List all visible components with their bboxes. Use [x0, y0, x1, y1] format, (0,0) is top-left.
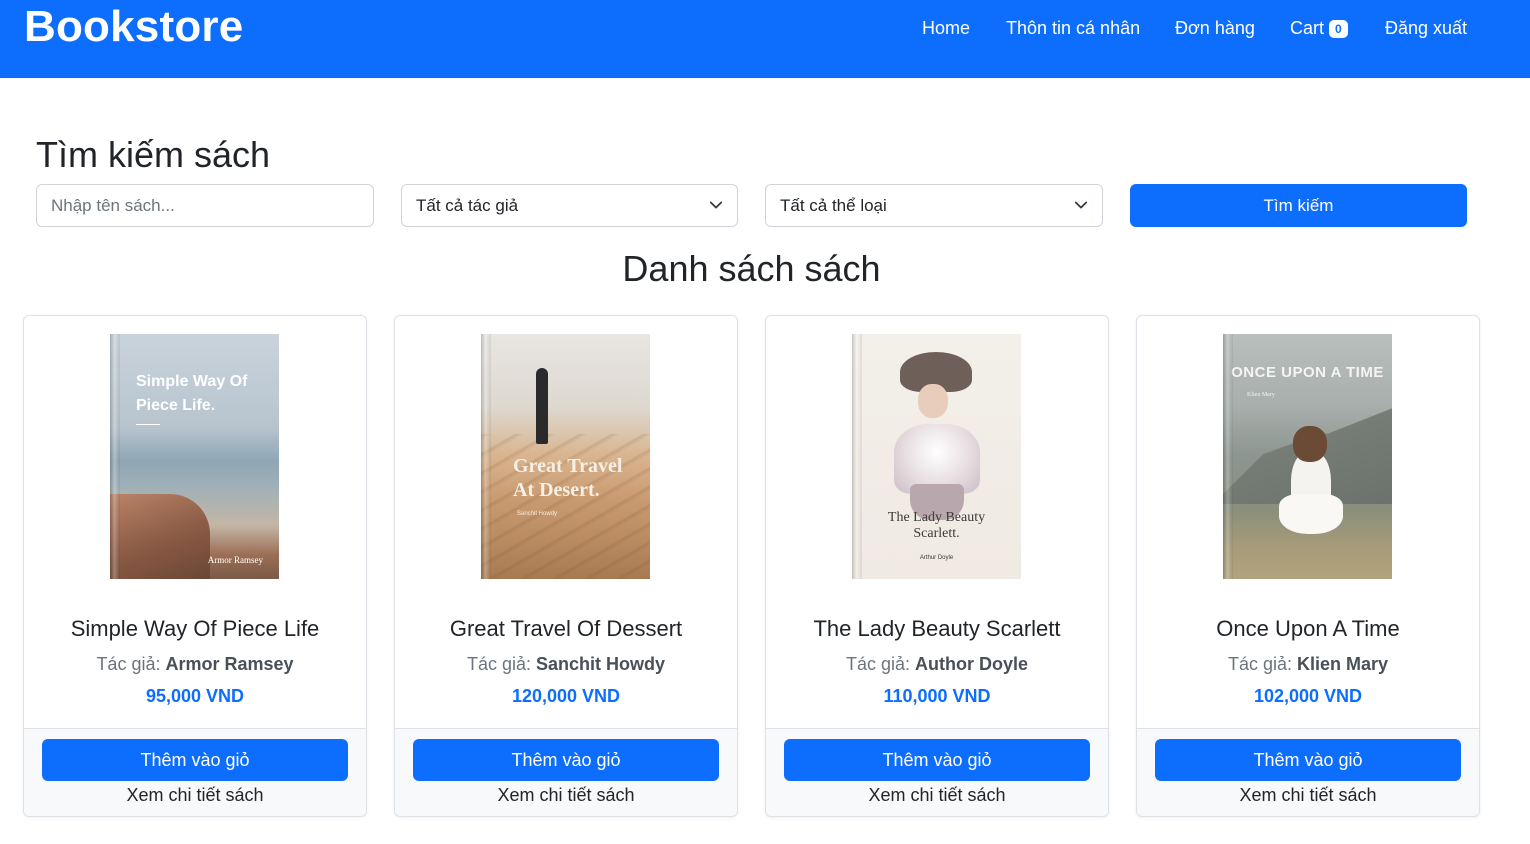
book-author: Tác giả: Klien Mary	[1137, 654, 1479, 675]
nav-home[interactable]: Home	[922, 18, 970, 39]
book-price: 120,000 VND	[511, 686, 621, 706]
cover-author: Sanchit Howdy	[517, 511, 558, 517]
cover-title-line: Scarlett.	[913, 526, 960, 541]
nav-orders[interactable]: Đơn hàng	[1175, 18, 1255, 39]
cover-title-line: Simple Way Of	[136, 373, 248, 390]
author-name: Armor Ramsey	[165, 654, 294, 674]
author-prefix: Tác giả:	[1227, 654, 1292, 674]
book-title: Once Upon A Time	[1216, 616, 1400, 641]
author-prefix: Tác giả:	[845, 654, 910, 674]
book-author: Tác giả: Sanchit Howdy	[395, 654, 737, 675]
chevron-down-icon	[709, 201, 723, 209]
category-select-value: Tất cả thể loại	[780, 196, 887, 215]
view-details-link[interactable]: Xem chi tiết sách	[395, 785, 737, 806]
book-cover-image[interactable]: Simple Way Of Piece Life. Armor Ramsey	[110, 334, 279, 579]
card-footer: Thêm vào giỏ Xem chi tiết sách	[766, 728, 1108, 816]
book-card: Great Travel At Desert. Sanchit Howdy Gr…	[394, 315, 738, 817]
author-name: Sanchit Howdy	[536, 654, 666, 674]
nav-logout[interactable]: Đăng xuất	[1385, 18, 1467, 39]
author-prefix: Tác giả:	[466, 654, 531, 674]
brand-logo[interactable]: Bookstore	[24, 2, 243, 52]
category-select[interactable]: Tất cả thể loại	[765, 184, 1103, 227]
author-name: Author Doyle	[915, 654, 1029, 674]
search-title: Tìm kiếm sách	[36, 134, 271, 175]
book-author: Tác giả: Author Doyle	[766, 654, 1108, 675]
book-price: 95,000 VND	[145, 686, 245, 706]
add-to-cart-button[interactable]: Thêm vào giỏ	[784, 739, 1090, 781]
book-author: Tác giả: Armor Ramsey	[24, 654, 366, 675]
add-to-cart-button[interactable]: Thêm vào giỏ	[1155, 739, 1461, 781]
cover-author: Armor Ramsey	[207, 555, 263, 565]
view-details-link[interactable]: Xem chi tiết sách	[766, 785, 1108, 806]
author-select[interactable]: Tất cả tác giả	[401, 184, 738, 227]
search-input[interactable]	[36, 184, 374, 227]
nav-cart-label: Cart	[1290, 18, 1325, 38]
book-title: Simple Way Of Piece Life	[70, 616, 320, 641]
book-list-title: Danh sách sách	[622, 248, 881, 289]
view-details-link[interactable]: Xem chi tiết sách	[1137, 785, 1479, 806]
book-cover-image[interactable]: Great Travel At Desert. Sanchit Howdy	[481, 334, 650, 579]
cover-title-line: ONCE UPON A TIME	[1231, 364, 1384, 381]
book-card: ONCE UPON A TIME Klien Mary Once Upon A …	[1136, 315, 1480, 817]
book-cover-image[interactable]: The Lady Beauty Scarlett. Arthur Doyle	[852, 334, 1021, 579]
book-price: 110,000 VND	[883, 686, 991, 706]
author-select-value: Tất cả tác giả	[416, 196, 519, 215]
nav-profile[interactable]: Thôn tin cá nhân	[1006, 18, 1140, 39]
book-cover-image[interactable]: ONCE UPON A TIME Klien Mary	[1223, 334, 1392, 579]
author-name: Klien Mary	[1297, 654, 1389, 674]
nav-cart[interactable]: Cart 0	[1290, 18, 1348, 39]
card-footer: Thêm vào giỏ Xem chi tiết sách	[395, 728, 737, 816]
cover-title-line: At Desert.	[513, 479, 600, 501]
navbar: Bookstore Home Thôn tin cá nhân Đơn hàng…	[0, 0, 1530, 78]
add-to-cart-button[interactable]: Thêm vào giỏ	[42, 739, 348, 781]
book-title: The Lady Beauty Scarlett	[813, 616, 1061, 641]
add-to-cart-button[interactable]: Thêm vào giỏ	[413, 739, 719, 781]
author-prefix: Tác giả:	[96, 654, 161, 674]
cover-author: Arthur Doyle	[919, 555, 954, 561]
book-card: The Lady Beauty Scarlett. Arthur Doyle T…	[765, 315, 1109, 817]
book-title: Great Travel Of Dessert	[449, 616, 683, 641]
chevron-down-icon	[1074, 201, 1088, 209]
card-footer: Thêm vào giỏ Xem chi tiết sách	[1137, 728, 1479, 816]
cover-title-line: Piece Life.	[136, 397, 216, 414]
cover-title-line: Great Travel	[513, 455, 623, 477]
card-footer: Thêm vào giỏ Xem chi tiết sách	[24, 728, 366, 816]
cover-title-line: The Lady Beauty	[887, 510, 986, 525]
book-price: 102,000 VND	[1253, 686, 1363, 706]
search-button[interactable]: Tìm kiếm	[1130, 184, 1467, 227]
cover-author: Klien Mary	[1247, 392, 1275, 398]
book-card: Simple Way Of Piece Life. Armor Ramsey S…	[23, 315, 367, 817]
view-details-link[interactable]: Xem chi tiết sách	[24, 785, 366, 806]
cart-count-badge: 0	[1329, 20, 1348, 38]
